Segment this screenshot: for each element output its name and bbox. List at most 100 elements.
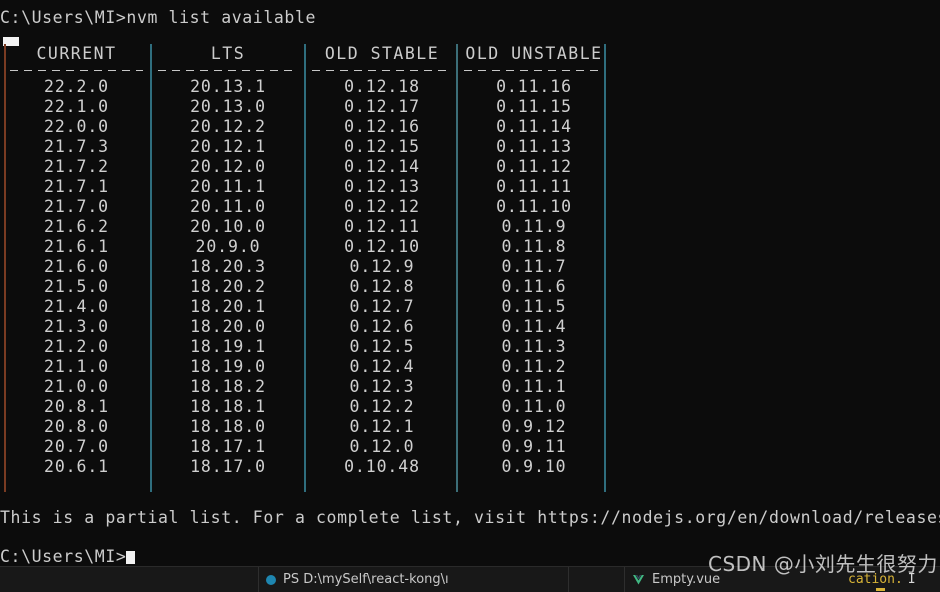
table-cell: 0.12.0: [349, 437, 415, 456]
table-cell: 0.12.13: [344, 177, 420, 196]
table-cell: 21.6.2: [43, 217, 109, 236]
table-cell: 20.11.1: [190, 177, 266, 196]
table-cell: 0.12.4: [349, 357, 415, 376]
statusbar-divider: [568, 567, 569, 592]
table-cell: 0.11.15: [496, 97, 572, 116]
statusbar-terminal-label: PS D:\mySelf\react-kong\ı: [283, 572, 449, 587]
table-cell: 21.1.0: [43, 357, 109, 376]
statusbar-divider: [258, 567, 259, 592]
table-cell: 20.7.0: [43, 437, 109, 456]
table-cell: 0.12.5: [349, 337, 415, 356]
table-cell: 21.7.0: [43, 197, 109, 216]
table-cell: 20.13.0: [190, 97, 266, 116]
table-cell: 20.12.0: [190, 157, 266, 176]
prompt-text: C:\Users\MI>: [0, 547, 127, 566]
table-cell: 21.5.0: [43, 277, 109, 296]
table-cell: 0.12.6: [349, 317, 415, 336]
table-cell: 0.11.14: [496, 117, 572, 136]
table-rule-1: [150, 44, 152, 492]
table-cell: 18.18.2: [190, 377, 266, 396]
table-cell: 21.7.1: [43, 177, 109, 196]
table-cell: 20.6.1: [43, 457, 109, 476]
table-cell: 0.11.13: [496, 137, 572, 156]
table-cell: 18.20.0: [190, 317, 266, 336]
table-cell: 0.11.12: [496, 157, 572, 176]
table-cell: 0.12.17: [344, 97, 420, 116]
table-cell: 20.11.0: [190, 197, 266, 216]
editor-status-bar: PS D:\mySelf\react-kong\ı Empty.vue cati…: [0, 566, 940, 592]
statusbar-terminal-item[interactable]: PS D:\mySelf\react-kong\ı: [266, 567, 449, 592]
table-cell: 0.11.9: [501, 217, 567, 236]
table-cell: 20.9.0: [195, 237, 261, 256]
table-cell: 20.8.1: [43, 397, 109, 416]
statusbar-file-item[interactable]: Empty.vue: [632, 567, 720, 592]
table-cell: 0.12.9: [349, 257, 415, 276]
table-cell: 0.11.16: [496, 77, 572, 96]
terminal-output-area[interactable]: C:\Users\MI>nvm list available CURRENT 2…: [0, 0, 940, 566]
table-cell: 18.18.1: [190, 397, 266, 416]
table-column-lts: LTS 20.13.1 20.13.0 20.12.2 20.12.1 20.1…: [158, 44, 298, 477]
table-cell: 0.12.12: [344, 197, 420, 216]
circle-dot-icon: [266, 574, 276, 585]
table-cell: 22.1.0: [43, 97, 109, 116]
vue-icon: [632, 574, 645, 586]
table-cell: 0.11.8: [501, 237, 567, 256]
table-cell: 0.12.7: [349, 297, 415, 316]
table-cell: 20.13.1: [190, 77, 266, 96]
column-header-old-stable: OLD STABLE: [324, 44, 440, 63]
table-column-old-stable: OLD STABLE 0.12.18 0.12.17 0.12.16 0.12.…: [312, 44, 452, 477]
column-header-lts: LTS: [210, 44, 246, 63]
table-cell: 21.7.3: [43, 137, 109, 156]
table-cell: 20.12.2: [190, 117, 266, 136]
table-cell: 18.19.1: [190, 337, 266, 356]
column-divider-current: [10, 70, 143, 71]
table-cell: 18.17.0: [190, 457, 266, 476]
statusbar-file-label: Empty.vue: [652, 572, 721, 587]
table-cell: 0.12.2: [349, 397, 415, 416]
table-cell: 21.2.0: [43, 337, 109, 356]
table-cell: 0.12.15: [344, 137, 420, 156]
table-cell: 21.6.0: [43, 257, 109, 276]
table-cell: 0.11.2: [501, 357, 567, 376]
table-cell: 0.11.7: [501, 257, 567, 276]
table-cell: 18.20.3: [190, 257, 266, 276]
table-cell: 18.19.0: [190, 357, 266, 376]
table-cell: 0.11.3: [501, 337, 567, 356]
column-divider-old-stable: [312, 70, 452, 71]
table-cell: 22.2.0: [43, 77, 109, 96]
statusbar-tail-letter: I: [907, 572, 916, 587]
table-column-current: CURRENT 22.2.0 22.1.0 22.0.0 21.7.3 21.7…: [10, 44, 143, 477]
table-cell: 22.0.0: [43, 117, 109, 136]
table-rule-right: [604, 44, 606, 492]
table-rule-left: [4, 44, 6, 492]
table-cell: 0.11.0: [501, 397, 567, 416]
table-cell: 18.20.2: [190, 277, 266, 296]
table-cell: 21.3.0: [43, 317, 109, 336]
table-cell: 21.0.0: [43, 377, 109, 396]
table-cell: 0.11.11: [496, 177, 572, 196]
table-cell: 18.17.1: [190, 437, 266, 456]
terminal-prompt: C:\Users\MI>: [0, 547, 136, 566]
table-cell: 0.10.48: [344, 457, 420, 476]
table-cell: 18.20.1: [190, 297, 266, 316]
table-cell: 0.11.4: [501, 317, 567, 336]
table-cell: 21.7.2: [43, 157, 109, 176]
table-cell: 20.10.0: [190, 217, 266, 236]
table-cell: 0.11.5: [501, 297, 567, 316]
table-rule-3: [456, 44, 458, 492]
terminal-cursor: [126, 551, 136, 564]
column-divider-old-unstable: [464, 70, 604, 71]
table-cell: 0.11.10: [496, 197, 572, 216]
table-cell: 0.12.11: [344, 217, 420, 236]
table-cell: 0.12.10: [344, 237, 420, 256]
table-cell: 0.11.6: [501, 277, 567, 296]
table-cell: 20.12.1: [190, 137, 266, 156]
table-cell: 0.11.1: [501, 377, 567, 396]
table-cell: 21.4.0: [43, 297, 109, 316]
table-cell: 21.6.1: [43, 237, 109, 256]
table-cell: 0.12.18: [344, 77, 420, 96]
table-cell: 18.18.0: [190, 417, 266, 436]
table-cell: 0.12.3: [349, 377, 415, 396]
table-cell: 0.9.12: [501, 417, 567, 436]
table-cell: 0.12.8: [349, 277, 415, 296]
